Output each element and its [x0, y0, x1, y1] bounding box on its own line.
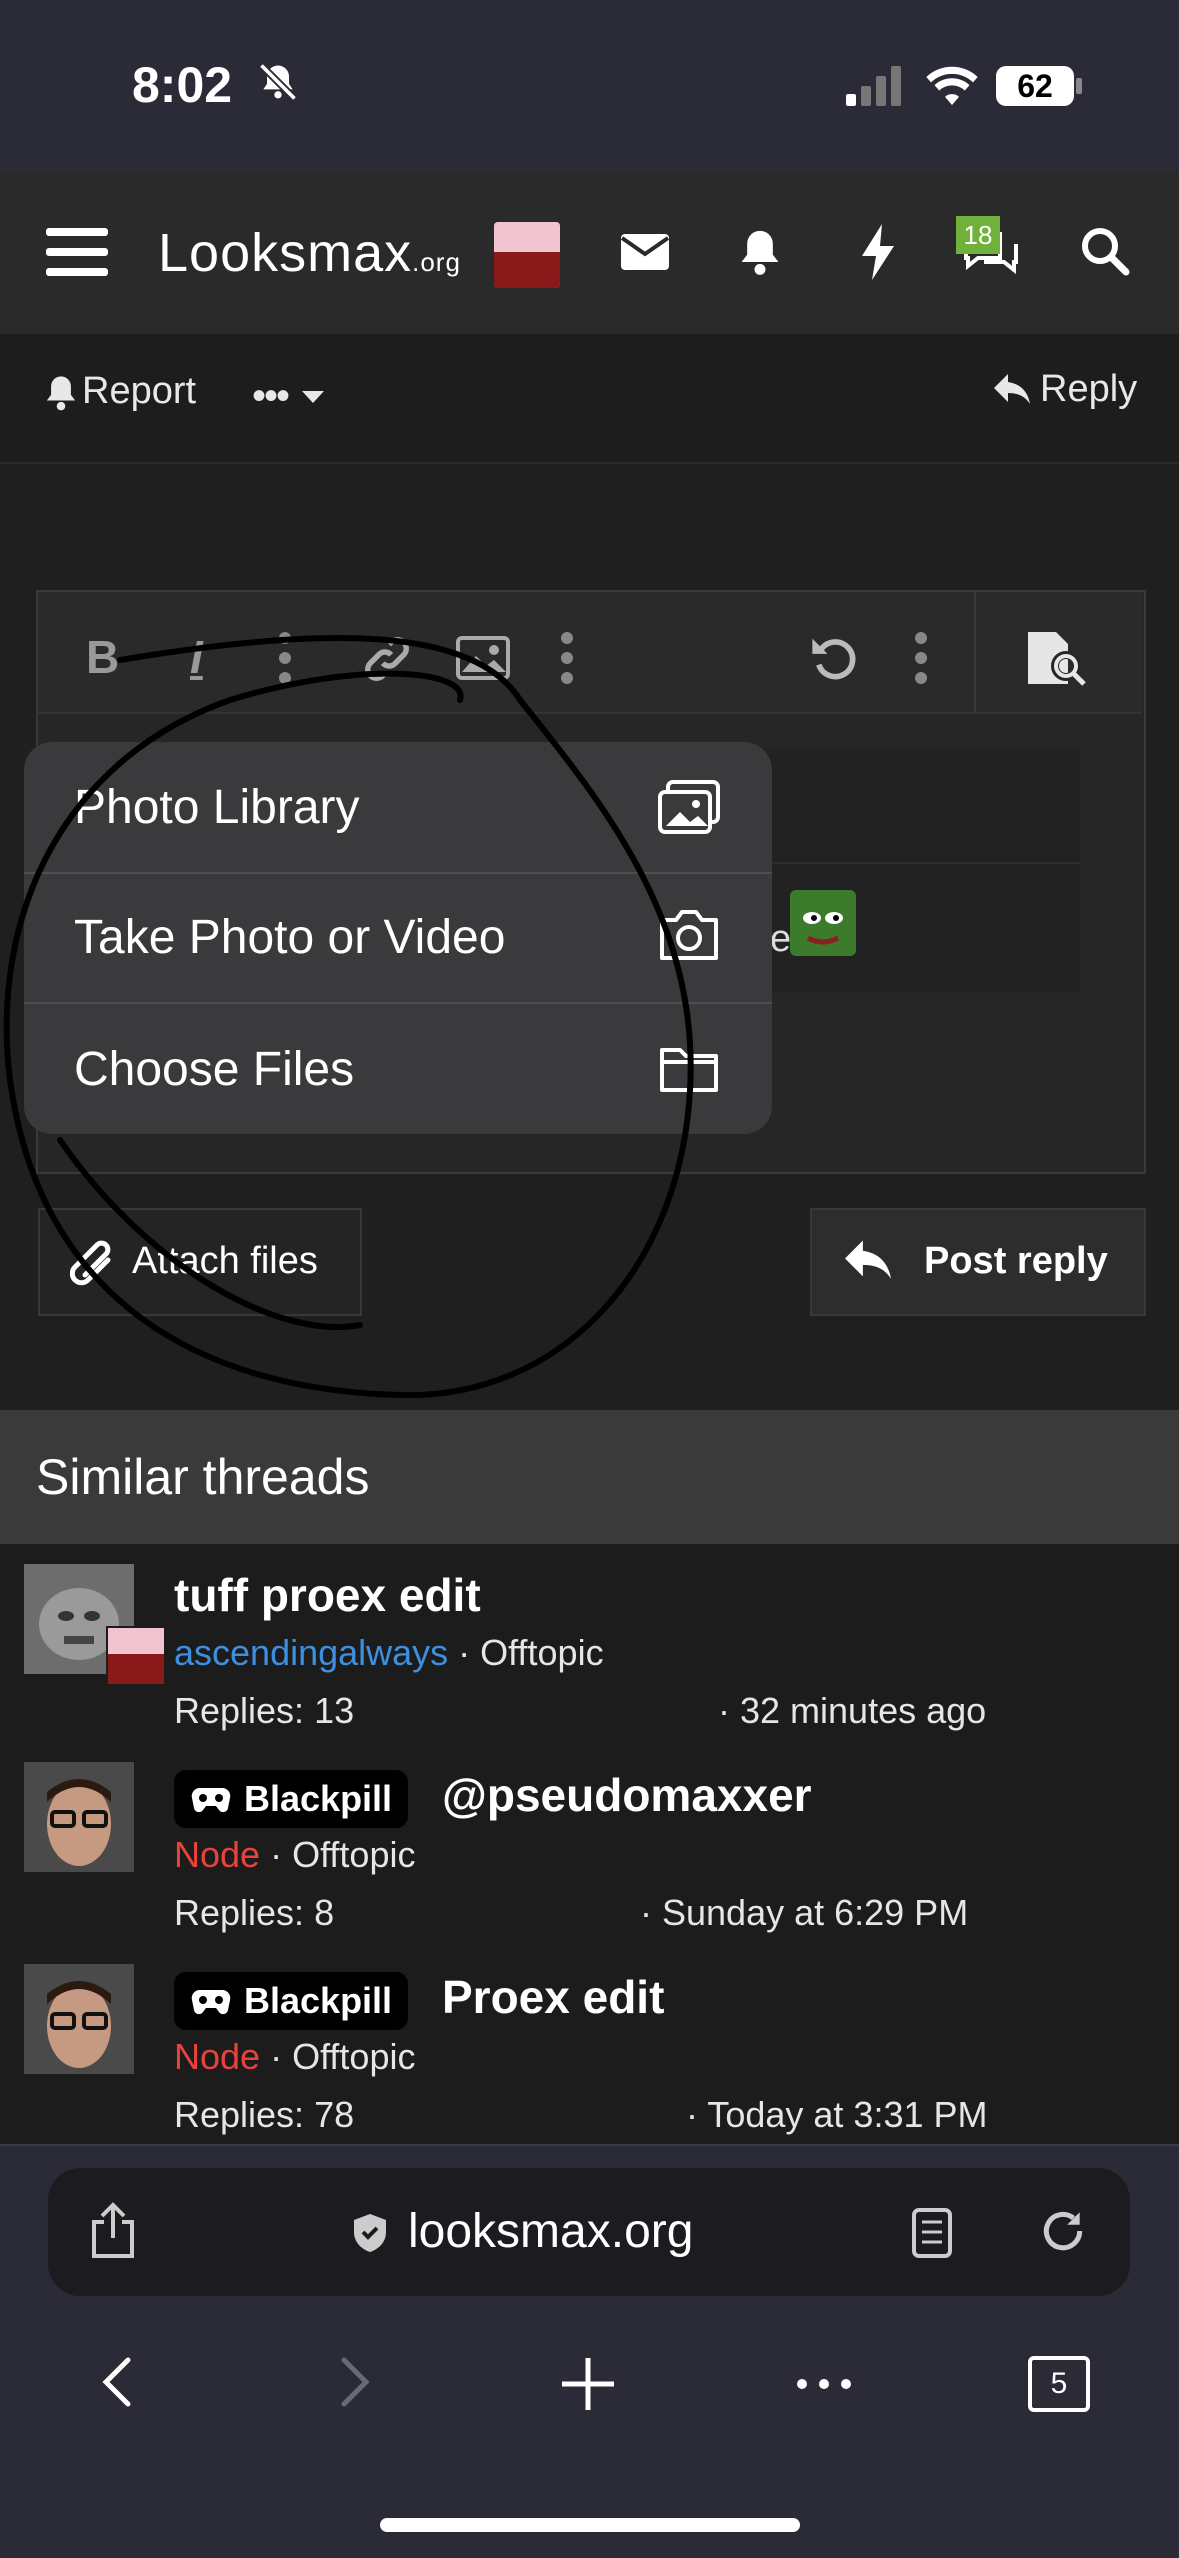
thread-item[interactable]: Blackpill Proex edit Node · Offtopic Rep… [0, 1954, 1179, 2144]
post-reply-button[interactable]: Post reply [810, 1208, 1146, 1316]
thread-meta: ascendingalways · Offtopic [174, 1632, 604, 1673]
reload-icon[interactable] [1038, 2206, 1088, 2256]
editor-partial-text: e [770, 918, 792, 960]
battery-icon: 62 [996, 66, 1074, 106]
more-options-menu[interactable]: ••• [252, 374, 326, 419]
gamepad-icon [190, 1986, 232, 2016]
thread-replies: Replies: 13 [174, 1690, 355, 1731]
user-avatar[interactable] [494, 222, 560, 288]
thread-title[interactable]: @pseudomaxxer [442, 1768, 812, 1822]
new-tab-plus-icon[interactable] [560, 2356, 616, 2412]
preview-icon[interactable] [1026, 630, 1088, 686]
thread-author[interactable]: Node [174, 2036, 260, 2077]
blackpill-prefix-badge[interactable]: Blackpill [174, 1770, 409, 1828]
reply-arrow-icon [992, 372, 1032, 408]
reply-label: Reply [1040, 368, 1138, 410]
blackpill-prefix-badge[interactable]: Blackpill [174, 1972, 409, 2030]
chat-count-badge: 18 [956, 216, 1000, 254]
url-text[interactable]: looksmax.org [408, 2204, 693, 2259]
logo-suffix: .org [412, 247, 461, 277]
hand-drawn-circle-annotation [0, 620, 720, 1410]
thread-time: · Sunday at 6:29 PM [640, 1892, 969, 1933]
notifications-bell-icon[interactable] [738, 226, 782, 276]
thread-forum[interactable]: Offtopic [292, 1834, 415, 1875]
reply-arrow-icon [842, 1238, 894, 1284]
similar-threads-title: Similar threads [36, 1449, 370, 1505]
thread-meta: Node · Offtopic [174, 1834, 416, 1875]
post-reply-label: Post reply [924, 1240, 1108, 1282]
home-indicator[interactable] [380, 2518, 800, 2532]
gamepad-icon [190, 1784, 232, 1814]
report-label: Report [82, 370, 197, 412]
frog-emoji-image [790, 890, 856, 956]
thread-avatar [24, 1762, 134, 1872]
ellipsis-icon: ••• [252, 374, 290, 418]
thread-forum[interactable]: Offtopic [480, 1632, 603, 1673]
more-menu-icon[interactable] [796, 2378, 852, 2390]
back-chevron-icon[interactable] [102, 2356, 132, 2408]
undo-icon[interactable] [808, 630, 860, 682]
mail-icon[interactable] [620, 232, 670, 272]
bell-muted-icon [256, 60, 300, 104]
thread-time: · 32 minutes ago [718, 1690, 987, 1731]
thread-item[interactable]: Blackpill @pseudomaxxer Node · Offtopic … [0, 1752, 1179, 1942]
battery-tip [1076, 78, 1082, 94]
badge-label: Blackpill [244, 1778, 393, 1819]
thread-replies: Replies: 78 [174, 2094, 355, 2135]
shield-icon [352, 2212, 388, 2254]
search-icon[interactable] [1080, 226, 1130, 276]
tabs-button[interactable]: 5 [1028, 2356, 1090, 2412]
logo-text: Looksmax [158, 223, 413, 283]
chevron-down-icon [300, 389, 326, 405]
thread-avatar [24, 1964, 134, 2074]
last-poster-avatar [106, 1626, 166, 1686]
thread-time: · Today at 3:31 PM [686, 2094, 988, 2135]
thread-meta: Node · Offtopic [174, 2036, 416, 2077]
reader-mode-icon[interactable] [912, 2208, 952, 2258]
bell-icon [44, 373, 78, 411]
thread-item[interactable]: tuff proex edit ascendingalways · Offtop… [0, 1552, 1179, 1742]
report-link[interactable]: Report [44, 370, 196, 413]
lightning-icon[interactable] [860, 224, 896, 280]
cellular-signal-icon [846, 66, 902, 106]
more-tools-icon[interactable] [914, 632, 928, 684]
thread-author[interactable]: Node [174, 1834, 260, 1875]
wifi-icon [924, 62, 980, 106]
badge-label: Blackpill [244, 1980, 393, 2021]
toolbar-divider [974, 592, 976, 712]
site-logo[interactable]: Looksmax.org [158, 222, 461, 284]
battery-level: 62 [1017, 67, 1053, 104]
forward-chevron-icon[interactable] [340, 2356, 370, 2408]
thread-title[interactable]: tuff proex edit [174, 1568, 481, 1622]
thread-forum[interactable]: Offtopic [292, 2036, 415, 2077]
share-icon[interactable] [90, 2202, 136, 2258]
hamburger-menu-icon[interactable] [46, 224, 108, 280]
thread-title[interactable]: Proex edit [442, 1970, 664, 2024]
status-time: 8:02 [132, 57, 233, 113]
thread-replies: Replies: 8 [174, 1892, 335, 1933]
reply-link[interactable]: Reply [992, 368, 1137, 411]
thread-author[interactable]: ascendingalways [174, 1632, 448, 1673]
